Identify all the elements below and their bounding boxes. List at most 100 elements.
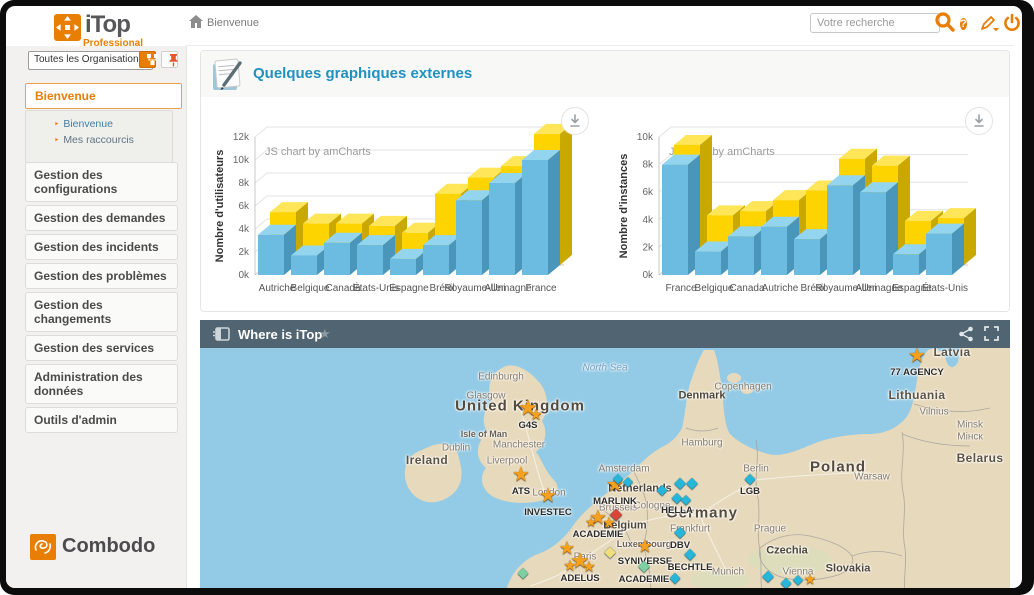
pin-menu-icon[interactable] [161, 51, 178, 68]
map-label: Hamburg [681, 437, 722, 449]
map-label: Munich [712, 566, 744, 578]
app-viewport: iTop Professional Bienvenue ? Toutes les… [6, 6, 1022, 588]
organization-select[interactable]: Toutes les Organisations ▼ [28, 51, 153, 70]
map-marker-diamond[interactable]: ◆ [793, 573, 803, 586]
breadcrumb: Bienvenue [207, 17, 259, 29]
sidebar-item-bienvenue-active[interactable]: Bienvenue [25, 83, 182, 109]
chart-download-icon[interactable] [561, 107, 589, 135]
combodo-logo-icon [30, 534, 56, 560]
map-marker-star[interactable]: ★ [908, 348, 926, 366]
search-input[interactable] [810, 13, 940, 33]
svg-text:Belgique: Belgique [291, 283, 330, 294]
sidebar-welcome-submenu: ‣Bienvenue ‣Mes raccourcis [25, 110, 173, 163]
svg-text:10k: 10k [637, 132, 654, 143]
map-viewport[interactable]: North SeaEdinburghGlasgowUnited KingdomI… [200, 348, 1010, 588]
map-marker-diamond[interactable]: ◆ [670, 570, 681, 584]
svg-text:4k: 4k [642, 215, 654, 226]
svg-text:Canada: Canada [729, 283, 764, 294]
map-label: Poland [810, 458, 866, 475]
map-marker-star[interactable]: ★ [804, 572, 817, 586]
map-marker-diamond[interactable]: ◆ [604, 545, 616, 560]
svg-text:JS chart by amCharts: JS chart by amCharts [265, 146, 371, 158]
map-label: Dublin [442, 442, 470, 454]
map-markers-layer: North SeaEdinburghGlasgowUnited KingdomI… [200, 348, 1010, 588]
logoff-power-icon[interactable] [1003, 13, 1021, 35]
map-marker-star[interactable]: ★ [637, 537, 653, 555]
map-label: Latvia [933, 348, 970, 360]
map-marker-diamond[interactable]: ◆ [518, 565, 529, 579]
help-question-glyph: ? [960, 18, 967, 30]
dashboard-icon[interactable] [212, 327, 230, 346]
itop-logo-text: iTop [85, 11, 130, 39]
sidebar-item[interactable]: Gestion des demandes [25, 205, 178, 231]
map-label: Belarus [957, 452, 1004, 466]
map-label: Czechia [766, 545, 808, 558]
sidebar-item[interactable]: Gestion des problèmes [25, 263, 178, 289]
svg-text:France: France [665, 283, 697, 294]
svg-text:10k: 10k [233, 155, 250, 166]
map-marker-diamond[interactable]: ◆ [684, 547, 696, 562]
map-marker-diamond[interactable]: ◆ [762, 569, 774, 584]
map-label: Isle of Man [461, 429, 508, 439]
sidebar-link-mes-raccourcis[interactable]: Mes raccourcis [63, 134, 134, 146]
sidebar-link-bienvenue[interactable]: Bienvenue [63, 118, 113, 130]
map-marker-star[interactable]: ★ [529, 408, 542, 423]
map-label: Lithuania [889, 389, 946, 403]
map-marker-label: INVESTEC [524, 507, 572, 518]
sidebar-item[interactable]: Outils d'admin [25, 407, 178, 433]
map-marker-diamond[interactable]: ◆ [686, 476, 698, 491]
sidebar-item[interactable]: Gestion des configurations [25, 162, 178, 202]
map-label: Prague [754, 523, 786, 535]
search-icon[interactable] [933, 11, 957, 36]
chart-3d-columns-instances[interactable]: 0k2k4k6k8k10kJS chart by amChartsNombre … [615, 113, 1007, 313]
chart-3d-columns-users[interactable]: 0k2k4k6k8k10k12kJS chart by amChartsNomb… [211, 113, 603, 313]
map-marker-star[interactable]: ★ [563, 559, 576, 574]
topbar-divider [186, 45, 1014, 46]
map-marker-diamond[interactable]: ◆ [613, 472, 623, 485]
bullet-icon: ‣ [54, 119, 59, 129]
map-marker-diamond[interactable]: ◆ [781, 575, 792, 588]
home-icon[interactable] [189, 15, 203, 33]
chart-download-icon[interactable] [965, 107, 993, 135]
map-marker-diamond[interactable]: ◆ [745, 471, 756, 485]
combodo-logo[interactable]: Combodo [30, 532, 180, 562]
favorite-star-icon[interactable]: ★ [319, 326, 331, 342]
map-marker-star[interactable]: ★ [512, 465, 530, 485]
map-marker-star[interactable]: ★ [582, 560, 595, 575]
map-marker-star[interactable]: ★ [539, 486, 557, 506]
map-marker-label: ACADEMIE [573, 529, 624, 540]
svg-text:2k: 2k [642, 242, 654, 253]
map-marker-label: LGB [740, 486, 760, 497]
document-pencil-icon [209, 56, 245, 97]
sidebar-item[interactable]: Gestion des incidents [25, 234, 178, 260]
sidebar-item[interactable]: Gestion des services [25, 335, 178, 361]
svg-text:8k: 8k [642, 160, 654, 171]
map-marker-diamond[interactable]: ◆ [638, 559, 650, 574]
svg-text:6k: 6k [642, 187, 654, 198]
itop-window: iTop Professional Bienvenue ? Toutes les… [0, 0, 1034, 595]
map-marker-diamond[interactable]: ◆ [674, 525, 686, 540]
edit-menu-icon[interactable] [979, 14, 1001, 36]
map-label: Denmark [678, 390, 725, 403]
map-panel-header: Where is iTop ★ [200, 320, 1010, 348]
itop-logo[interactable]: iTop Professional [54, 13, 184, 49]
svg-text:0k: 0k [238, 270, 250, 281]
fullscreen-icon[interactable] [984, 326, 999, 346]
help-icon[interactable]: ? [960, 15, 967, 32]
itop-logo-icon [54, 14, 81, 41]
svg-text:Nombre d'instances: Nombre d'instances [618, 154, 630, 259]
sidebar-item[interactable]: Administration des données [25, 364, 178, 404]
sidebar-item[interactable]: Gestion des changements [25, 292, 178, 332]
map-marker-diamond[interactable]: ◆ [657, 482, 668, 496]
organization-select-value: Toutes les Organisations [34, 54, 144, 65]
map-marker-label: 77 AGENCY [890, 367, 944, 378]
map-label: Slovakia [826, 563, 871, 576]
map-marker-diamond[interactable]: ◆ [681, 493, 691, 506]
charts-panel-title: Quelques graphiques externes [253, 65, 472, 82]
share-icon[interactable] [958, 326, 974, 347]
map-marker-diamond[interactable]: ◆ [623, 475, 633, 488]
map-marker-star[interactable]: ★ [585, 516, 597, 529]
org-hierarchy-icon[interactable] [139, 51, 156, 68]
map-marker-diamond[interactable]: ◆ [610, 507, 622, 523]
map-label: Warsaw [854, 471, 890, 483]
